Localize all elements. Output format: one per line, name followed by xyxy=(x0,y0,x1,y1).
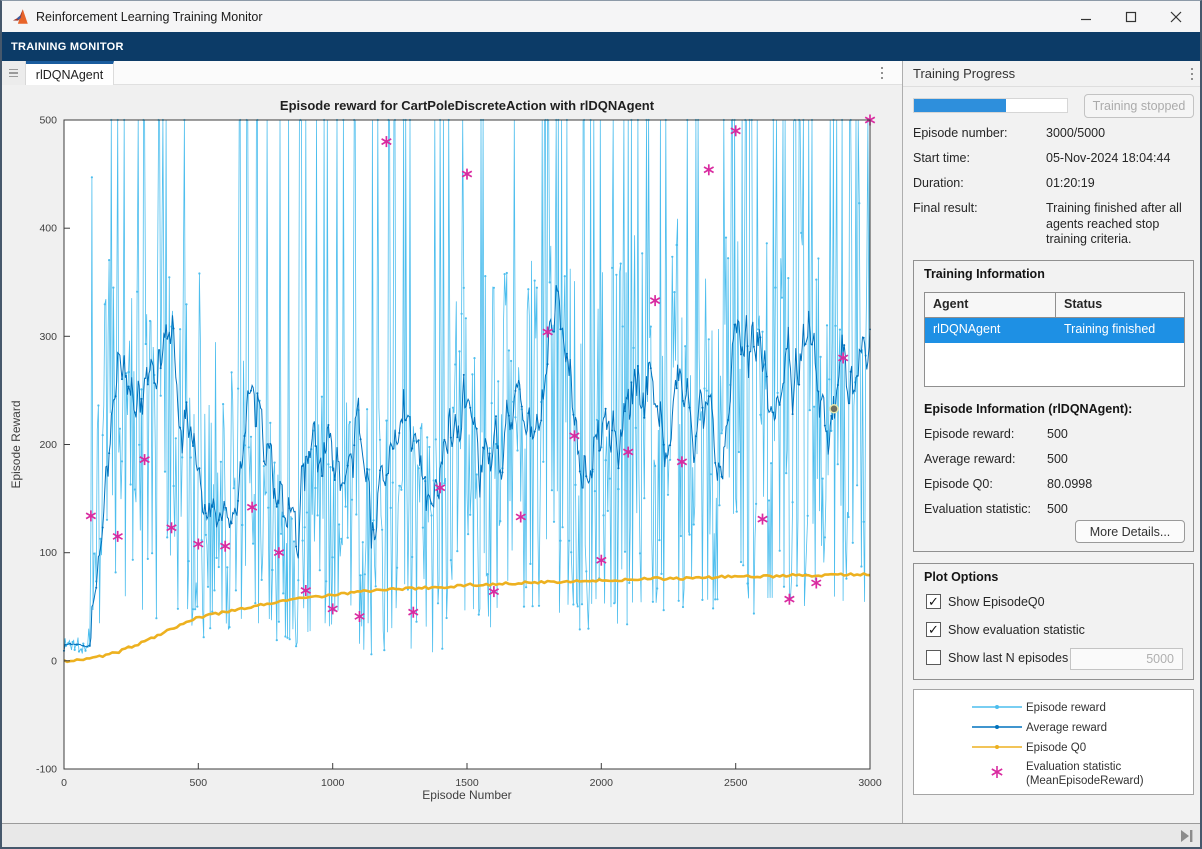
episode-number-label: Episode number: xyxy=(913,126,1008,140)
chart-panel: 050010001500200025003000-100010020030040… xyxy=(2,85,902,823)
panel-title: Training Progress xyxy=(913,66,1015,81)
title-bar: Reinforcement Learning Training Monitor xyxy=(2,1,1200,32)
hamburger-icon xyxy=(9,69,18,71)
progress-bar-fill xyxy=(914,99,1006,112)
skip-to-end-icon[interactable] xyxy=(1178,828,1196,844)
panel-actions-button[interactable] xyxy=(1183,63,1201,85)
episode-q0-value: 80.0998 xyxy=(1047,477,1092,491)
final-result-label: Final result: xyxy=(913,201,978,215)
agent-cell: rlDQNAgent xyxy=(925,318,1056,343)
show-evaluation-statistic-label: Show evaluation statistic xyxy=(948,623,1085,637)
document-tab-bar: rlDQNAgent xyxy=(2,61,902,85)
average-reward-label: Average reward: xyxy=(924,452,1016,466)
close-icon xyxy=(1170,11,1182,23)
show-episodeq0-checkbox[interactable]: ✓ xyxy=(926,594,941,609)
status-bar xyxy=(2,823,1200,847)
status-cell: Training finished xyxy=(1056,318,1184,343)
maximize-button[interactable] xyxy=(1108,1,1153,32)
svg-text:-100: -100 xyxy=(36,764,57,776)
episode-number-value: 3000/5000 xyxy=(1046,126,1198,142)
svg-text:500: 500 xyxy=(190,777,208,789)
svg-text:Episode Number: Episode Number xyxy=(422,788,511,802)
legend-line-average-reward xyxy=(972,721,1022,733)
training-information-title: Training Information xyxy=(924,267,1045,281)
legend-line-episode-reward xyxy=(972,701,1022,713)
tab-overflow-handle[interactable] xyxy=(2,61,26,85)
panel-header: Training Progress xyxy=(903,61,1202,87)
app-window: Reinforcement Learning Training Monitor … xyxy=(0,0,1202,849)
start-time-label: Start time: xyxy=(913,151,970,165)
legend-label-episode-reward: Episode reward xyxy=(1026,701,1106,715)
training-reward-chart[interactable]: 050010001500200025003000-100010020030040… xyxy=(2,85,902,823)
show-episodeq0-label: Show EpisodeQ0 xyxy=(948,595,1045,609)
legend-line-episode-q0 xyxy=(972,741,1022,753)
episode-q0-label: Episode Q0: xyxy=(924,477,993,491)
evaluation-statistic-value: 500 xyxy=(1047,502,1068,516)
svg-text:400: 400 xyxy=(39,223,57,235)
svg-text:200: 200 xyxy=(39,439,57,451)
show-evaluation-statistic-checkbox[interactable]: ✓ xyxy=(926,622,941,637)
svg-text:Episode reward for CartPoleDis: Episode reward for CartPoleDiscreteActio… xyxy=(280,98,655,113)
plot-options-title: Plot Options xyxy=(924,570,998,584)
minimize-icon xyxy=(1080,11,1092,23)
legend-label-evaluation-statistic: Evaluation statistic (MeanEpisodeReward) xyxy=(1026,760,1144,789)
training-information-group: Training Information Agent Status rlDQNA… xyxy=(913,260,1194,552)
show-last-n-episodes-checkbox[interactable] xyxy=(926,650,941,665)
svg-text:Episode Reward: Episode Reward xyxy=(9,400,23,488)
chart-legend: Episode reward Average reward Episode Q0… xyxy=(913,689,1194,795)
plot-options-group: Plot Options ✓ Show EpisodeQ0 ✓ Show eva… xyxy=(913,563,1194,680)
episode-reward-label: Episode reward: xyxy=(924,427,1014,441)
maximize-icon xyxy=(1125,11,1137,23)
episode-information-title: Episode Information (rlDQNAgent): xyxy=(924,402,1132,416)
ribbon-toolstrip: TRAINING MONITOR xyxy=(2,32,1200,61)
legend-label-average-reward: Average reward xyxy=(1026,721,1107,735)
svg-text:500: 500 xyxy=(39,115,57,127)
average-reward-value: 500 xyxy=(1047,452,1068,466)
svg-text:1000: 1000 xyxy=(321,777,345,789)
evaluation-statistic-label: Evaluation statistic: xyxy=(924,502,1031,516)
status-column-header: Status xyxy=(1056,293,1184,318)
duration-label: Duration: xyxy=(913,176,964,190)
svg-text:3000: 3000 xyxy=(858,777,882,789)
training-stopped-button: Training stopped xyxy=(1084,94,1194,118)
legend-asterisk-evaluation-statistic xyxy=(972,763,1022,775)
matlab-logo-icon xyxy=(12,8,30,25)
training-progress-panel: Training Progress Training stopped Episo… xyxy=(902,61,1202,823)
table-header-row: Agent Status xyxy=(925,293,1184,318)
training-progress-bar xyxy=(913,98,1068,113)
tab-label: rlDQNAgent xyxy=(36,68,103,82)
duration-value: 01:20:19 xyxy=(1046,176,1198,192)
minimize-button[interactable] xyxy=(1063,1,1108,32)
svg-text:100: 100 xyxy=(39,547,57,559)
svg-text:0: 0 xyxy=(51,655,57,667)
svg-text:0: 0 xyxy=(61,777,67,789)
table-row-rldqnagent[interactable]: rlDQNAgent Training finished xyxy=(925,318,1184,343)
kebab-menu-icon xyxy=(1191,68,1194,71)
last-n-episodes-input xyxy=(1070,648,1183,670)
show-last-n-episodes-label: Show last N episodes xyxy=(948,651,1068,665)
agent-status-table: Agent Status rlDQNAgent Training finishe… xyxy=(924,292,1185,387)
kebab-menu-icon xyxy=(881,67,884,70)
final-result-value: Training finished after all agents reach… xyxy=(1046,201,1198,248)
episode-reward-value: 500 xyxy=(1047,427,1068,441)
window-title: Reinforcement Learning Training Monitor xyxy=(36,10,263,24)
legend-label-episode-q0: Episode Q0 xyxy=(1026,741,1086,755)
ribbon-tab-training-monitor[interactable]: TRAINING MONITOR xyxy=(11,41,124,53)
svg-text:2000: 2000 xyxy=(590,777,614,789)
agent-column-header: Agent xyxy=(925,293,1056,318)
close-button[interactable] xyxy=(1153,1,1198,32)
more-details-button[interactable]: More Details... xyxy=(1075,520,1185,543)
tab-rldqnagent[interactable]: rlDQNAgent xyxy=(26,61,114,85)
start-time-value: 05-Nov-2024 18:04:44 xyxy=(1046,151,1198,167)
svg-text:300: 300 xyxy=(39,331,57,343)
chart-panel-actions-button[interactable] xyxy=(872,61,892,85)
svg-text:2500: 2500 xyxy=(724,777,748,789)
